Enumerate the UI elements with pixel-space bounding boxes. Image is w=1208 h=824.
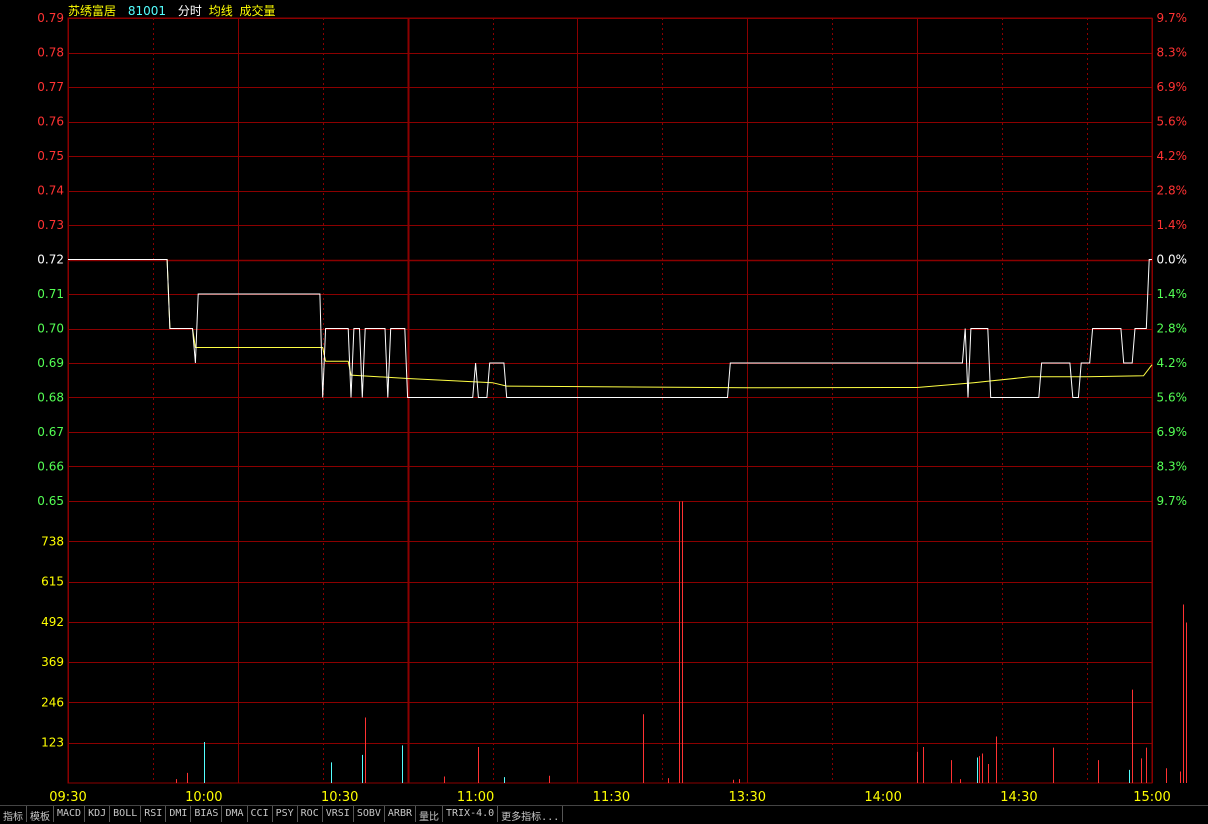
y-tick-label-left: 0.66	[37, 460, 64, 474]
y-tick-label-left: 0.77	[37, 80, 64, 94]
y-tick-label-right: 5.6%	[1157, 115, 1188, 129]
y-tick-label-left: 0.69	[37, 356, 64, 370]
x-tick-label: 10:00	[185, 790, 222, 805]
y-tick-label-right: 9.7%	[1157, 11, 1188, 25]
volume-tick-label: 369	[41, 655, 64, 669]
intraday-chart[interactable]: 0.79 0.78 0.77 0.76 0.75 0.74 0.73 0.72 0.71 0.70…	[0, 0, 1208, 805]
y-tick-label-left: 0.76	[37, 115, 64, 129]
stock-name: 苏绣富居	[68, 4, 117, 18]
volume-tick-label: 738	[41, 534, 64, 548]
indicator-tab[interactable]: 指标	[0, 806, 27, 823]
y-tick-label-right: 4.2%	[1157, 149, 1188, 163]
x-tick-label: 14:00	[864, 790, 901, 805]
y-tick-label-left: 0.75	[37, 149, 64, 163]
price-line	[68, 259, 1152, 398]
y-tick-label-left: 0.67	[37, 425, 64, 439]
x-axis-labels: 09:30 10:00 10:30 11:00 11:30 13:30 14:00 14:30…	[49, 790, 1170, 805]
y-axis-labels: 0.79 0.78 0.77 0.76 0.75 0.74 0.73 0.72 0.71 0.70…	[37, 11, 1187, 750]
x-tick-label: 11:30	[593, 790, 630, 805]
chart-header: 苏绣富居 81001 分时 均线 成交量	[68, 2, 284, 19]
y-tick-label-left: 0.74	[37, 184, 64, 198]
y-tick-label-right: 1.4%	[1157, 218, 1188, 232]
y-tick-label-right: 8.3%	[1157, 460, 1188, 474]
y-tick-label-right: 2.8%	[1157, 322, 1188, 336]
indicator-tab[interactable]: BOLL	[110, 806, 142, 822]
y-tick-label-right: 0.0%	[1157, 253, 1188, 267]
volume-tick-label: 123	[41, 736, 64, 750]
x-tick-label: 09:30	[49, 790, 86, 805]
x-tick-label: 11:00	[457, 790, 494, 805]
y-tick-label-right: 6.9%	[1157, 425, 1188, 439]
indicator-tab[interactable]: PSY	[273, 806, 298, 822]
volume-tick-label: 492	[41, 615, 64, 629]
indicator-tab[interactable]: 量比	[416, 806, 443, 823]
volume-bars	[176, 501, 1187, 783]
indicator-tab[interactable]: 更多指标...	[498, 806, 564, 823]
x-tick-label: 10:30	[321, 790, 358, 805]
y-tick-label-right: 9.7%	[1157, 494, 1188, 508]
indicator-tab[interactable]: ROC	[298, 806, 323, 822]
y-tick-label-right: 6.9%	[1157, 80, 1188, 94]
y-tick-label-right: 2.8%	[1157, 184, 1188, 198]
header-item-volume: 成交量	[239, 4, 276, 18]
y-tick-label-left: 0.68	[37, 391, 64, 405]
y-tick-label-right: 5.6%	[1157, 391, 1188, 405]
indicator-tab[interactable]: CCI	[248, 806, 273, 822]
x-tick-label: 13:30	[729, 790, 766, 805]
header-item-timeshare: 分时	[177, 4, 202, 18]
y-tick-label-left: 0.71	[37, 287, 64, 301]
y-tick-label-left: 0.79	[37, 11, 64, 25]
indicator-tab[interactable]: SOBV	[354, 806, 385, 822]
indicator-tab[interactable]: TRIX-4.0	[443, 806, 499, 822]
indicator-tab[interactable]: BIAS	[191, 806, 223, 822]
y-tick-label-right: 4.2%	[1157, 356, 1188, 370]
volume-tick-label: 246	[41, 695, 64, 709]
y-tick-label-left: 0.73	[37, 218, 64, 232]
indicator-tab[interactable]: KDJ	[85, 806, 111, 822]
y-tick-label-right: 8.3%	[1157, 46, 1188, 60]
indicator-tab[interactable]: DMI	[166, 806, 192, 822]
y-tick-label-left: 0.78	[37, 46, 64, 60]
price-lines	[68, 259, 1153, 398]
x-tick-label: 14:30	[1000, 790, 1037, 805]
chart-grid	[67, 17, 1153, 784]
indicator-tab[interactable]: DMA	[222, 806, 248, 822]
header-item-avg: 均线	[208, 4, 233, 18]
y-tick-label-left: 0.72	[37, 253, 64, 267]
y-tick-label-right: 1.4%	[1157, 287, 1188, 301]
indicator-tab[interactable]: VRSI	[323, 806, 354, 822]
indicator-tab[interactable]: 模板	[27, 806, 54, 823]
x-tick-label: 15:00	[1133, 790, 1170, 805]
chart-frame	[67, 17, 1153, 784]
stock-code: 81001	[127, 4, 167, 18]
indicator-tab[interactable]: ARBR	[385, 806, 416, 822]
volume-tick-label: 615	[41, 575, 64, 589]
y-tick-label-left: 0.70	[37, 322, 64, 336]
indicator-tab[interactable]: MACD	[54, 806, 86, 822]
y-tick-label-left: 0.65	[37, 494, 64, 508]
indicator-tab-bar: 指标 模板 MACD KDJ BOLL RSI DMI BIAS DMA CCI PSY ROC VRS…	[0, 805, 1208, 824]
indicator-tab[interactable]: RSI	[141, 806, 167, 822]
